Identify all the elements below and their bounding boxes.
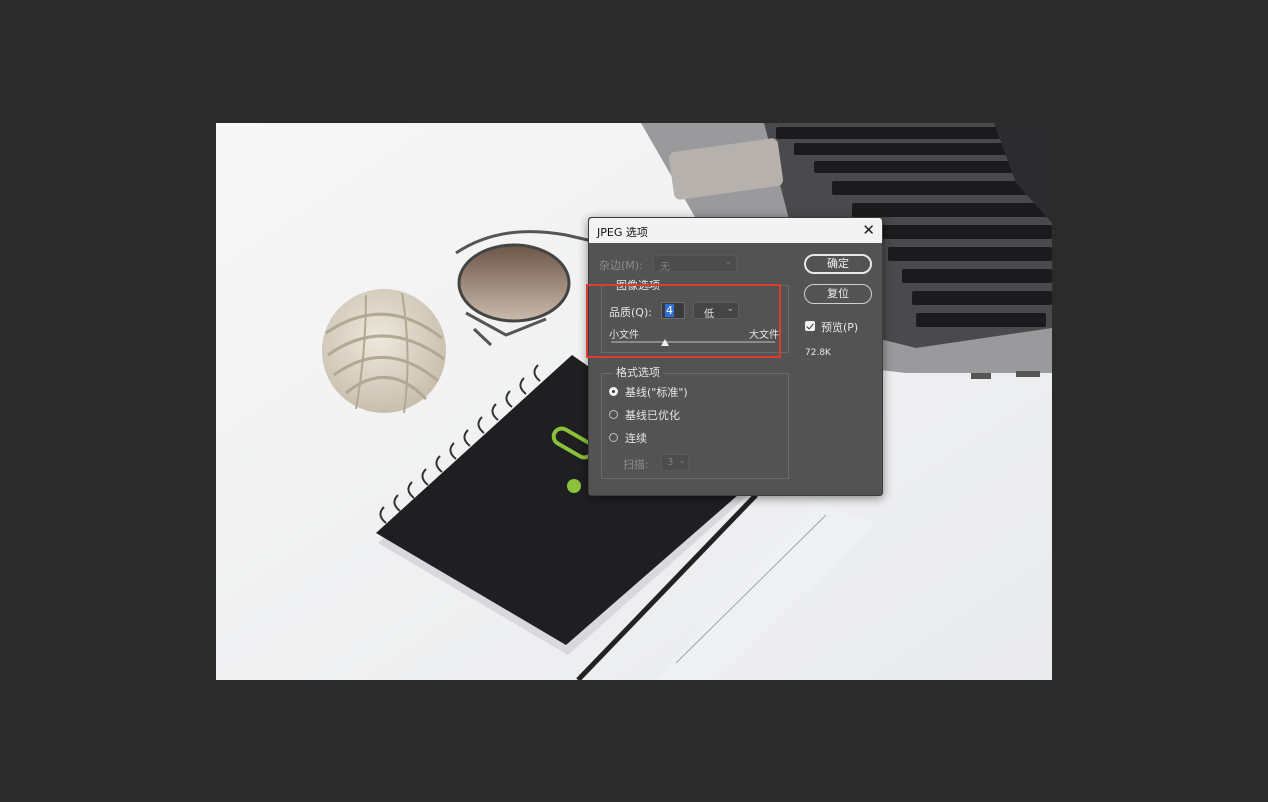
radio-baseline-standard[interactable] [609, 387, 618, 396]
baseline-optimized-label: 基线已优化 [625, 409, 680, 422]
small-file-label: 小文件 [609, 330, 639, 341]
scans-label: 扫描: [623, 458, 649, 471]
scans-value: 3 [667, 457, 674, 468]
radio-baseline-optimized[interactable] [609, 410, 618, 419]
format-options-title: 格式选项 [613, 364, 663, 380]
baseline-standard-label: 基线("标准") [625, 386, 688, 399]
preview-label: 预览(P) [821, 321, 859, 334]
reset-button[interactable]: 复位 [804, 284, 872, 304]
large-file-label: 大文件 [749, 330, 779, 341]
matte-label: 杂边(M): [599, 259, 643, 272]
matte-value: 无 [660, 262, 670, 273]
twine-ball-image [322, 289, 446, 414]
quality-slider-track[interactable] [611, 341, 775, 343]
quality-label: 品质(Q): [609, 306, 652, 319]
chevron-down-icon: ⌄ [726, 304, 734, 314]
image-options-title: 图像选项 [613, 277, 663, 293]
dialog-titlebar[interactable]: JPEG 选项 ✕ [589, 218, 882, 243]
matte-select[interactable]: 无 ⌄ [653, 255, 737, 273]
radio-progressive[interactable] [609, 433, 618, 442]
chevron-down-icon: ⌄ [678, 456, 686, 466]
quality-value: 4 [665, 304, 674, 317]
chevron-down-icon: ⌄ [724, 257, 732, 267]
close-icon[interactable]: ✕ [862, 221, 875, 239]
quality-preset-select[interactable]: 低 ⌄ [693, 302, 739, 320]
quality-preset-value: 低 [704, 309, 714, 320]
scans-select[interactable]: 3 ⌄ [661, 454, 689, 471]
dialog-title: JPEG 选项 [597, 226, 648, 239]
quality-input[interactable]: 4 [661, 302, 685, 319]
file-size-readout: 72.8K [805, 348, 831, 358]
progressive-label: 连续 [625, 432, 647, 445]
preview-checkbox[interactable] [805, 321, 815, 331]
ok-button[interactable]: 确定 [804, 254, 872, 274]
quality-slider-thumb[interactable] [661, 339, 670, 346]
jpeg-options-dialog: JPEG 选项 ✕ 杂边(M): 无 ⌄ 图像选项 品质(Q): 4 低 ⌄ 小… [588, 217, 883, 496]
